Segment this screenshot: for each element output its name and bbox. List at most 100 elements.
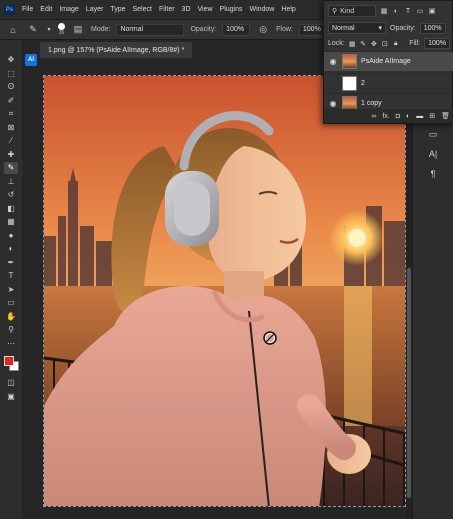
lock-transparent-icon[interactable]: ▦ xyxy=(349,40,356,48)
dodge-icon[interactable]: ◐ xyxy=(4,243,18,255)
type-filter-icon[interactable]: T xyxy=(404,7,412,15)
chevron-down-icon: ▾ xyxy=(378,25,382,32)
link-icon[interactable]: ∞ xyxy=(371,113,376,120)
fx-icon[interactable]: fx. xyxy=(382,113,389,120)
pressure-opacity-icon[interactable]: ◎ xyxy=(256,23,270,37)
layer-thumbnail xyxy=(342,76,357,91)
adjustment-icon[interactable]: ◐ xyxy=(406,113,410,120)
filter-kind-label: Kind xyxy=(340,7,355,15)
menu-edit[interactable]: Edit xyxy=(40,6,52,13)
menu-view[interactable]: View xyxy=(198,6,213,13)
opacity-field[interactable]: 100% xyxy=(222,23,251,36)
eye-icon[interactable]: ◉ xyxy=(328,99,338,108)
document-tab[interactable]: 1.png @ 157% (PsAide AIImage, RGB/8#) * xyxy=(40,42,193,58)
screen-mode-icon[interactable]: ▣ xyxy=(4,391,18,403)
menu-plugins[interactable]: Plugins xyxy=(220,6,243,13)
menu-window[interactable]: Window xyxy=(250,6,275,13)
eye-icon[interactable]: ◉ xyxy=(328,57,338,66)
lock-position-icon[interactable]: ✥ xyxy=(371,40,378,48)
path-select-icon[interactable]: ➤ xyxy=(4,284,18,296)
opacity-label: Opacity: xyxy=(190,26,217,33)
new-layer-icon[interactable]: ⊞ xyxy=(429,112,435,120)
mode-dropdown[interactable]: Normal xyxy=(116,23,185,36)
flow-field[interactable]: 100% xyxy=(298,23,325,36)
pixel-filter-icon[interactable]: ▦ xyxy=(380,7,388,15)
home-icon[interactable]: ⌂ xyxy=(6,23,20,37)
blur-icon[interactable]: ● xyxy=(4,230,18,242)
menu-type[interactable]: Type xyxy=(110,6,125,13)
layer-opacity-label: Opacity: xyxy=(390,24,416,32)
comment-icon[interactable]: ▭ xyxy=(426,128,440,140)
adjustment-filter-icon[interactable]: ◐ xyxy=(392,7,400,15)
menu-layer[interactable]: Layer xyxy=(86,6,104,13)
stamp-icon[interactable]: ⊥ xyxy=(4,176,18,188)
more-icon[interactable]: ⋯ xyxy=(4,338,18,350)
layers-panel-footer: ∞ fx. ◘ ◐ ▬ ⊞ 🗑︎ xyxy=(324,109,453,123)
rectangle-icon[interactable]: ▭ xyxy=(4,297,18,309)
layers-panel: ⚲ Kind ▦ ◐ T ▭ ▣ Normal ▾ Opacity: 100% … xyxy=(323,0,453,124)
layer-opacity-field[interactable]: 100% xyxy=(419,22,446,34)
frame-icon[interactable]: ⊠ xyxy=(4,122,18,134)
smart-filter-icon[interactable]: ▣ xyxy=(428,7,436,15)
menu-image[interactable]: Image xyxy=(59,6,78,13)
folder-icon[interactable]: ▬ xyxy=(416,113,423,120)
lock-all-icon[interactable]: 🔒︎ xyxy=(392,40,399,48)
menu-3d[interactable]: 3D xyxy=(182,6,191,13)
pen-icon[interactable]: ✒ xyxy=(4,257,18,269)
chevron-down-icon[interactable]: ▾ xyxy=(46,23,52,37)
quick-select-icon[interactable]: ✐ xyxy=(4,95,18,107)
layer-thumbnail xyxy=(342,54,357,69)
brush-icon[interactable]: ✎ xyxy=(4,162,18,174)
gradient-icon[interactable]: ▦ xyxy=(4,216,18,228)
lasso-icon[interactable]: ʘ xyxy=(4,81,18,93)
mask-icon[interactable]: ◘ xyxy=(396,113,400,120)
color-swatches[interactable] xyxy=(3,355,19,371)
lock-pixels-icon[interactable]: ✎ xyxy=(360,40,367,48)
menu-file[interactable]: File xyxy=(22,6,33,13)
zoom-icon[interactable]: ⚲ xyxy=(4,324,18,336)
menu-select[interactable]: Select xyxy=(133,6,152,13)
flow-label: Flow: xyxy=(276,26,293,33)
marquee-icon[interactable]: ⬚ xyxy=(4,68,18,80)
foreground-color-swatch[interactable] xyxy=(4,356,14,366)
brush-preset-picker[interactable]: 36 xyxy=(58,23,65,36)
layer-row[interactable]: ◉ PsAide AIImage xyxy=(324,51,453,71)
lock-label: Lock: xyxy=(328,40,345,47)
layer-filter-dropdown[interactable]: ⚲ Kind xyxy=(328,5,376,17)
healing-icon[interactable]: ✚ xyxy=(4,149,18,161)
fill-field[interactable]: 100% xyxy=(424,38,450,49)
paragraph-icon[interactable]: ¶ xyxy=(426,168,440,180)
type-icon[interactable]: T xyxy=(4,270,18,282)
vertical-scrollbar[interactable] xyxy=(406,58,412,519)
layer-name: PsAide AIImage xyxy=(361,58,411,65)
lock-artboard-icon[interactable]: ⊡ xyxy=(381,40,388,48)
ai-plugin-badge[interactable]: AI xyxy=(25,54,37,66)
menu-help[interactable]: Help xyxy=(281,6,295,13)
crop-icon[interactable]: ⌗ xyxy=(4,108,18,120)
hand-icon[interactable]: ✋ xyxy=(4,311,18,323)
trash-icon[interactable]: 🗑︎ xyxy=(441,112,450,120)
layers-filter-row: ⚲ Kind ▦ ◐ T ▭ ▣ xyxy=(324,5,453,17)
layer-row[interactable]: 2 xyxy=(324,73,453,93)
move-icon[interactable]: ✥ xyxy=(4,54,18,66)
history-brush-icon[interactable]: ↺ xyxy=(4,189,18,201)
eraser-icon[interactable]: ◧ xyxy=(4,203,18,215)
blend-mode-dropdown[interactable]: Normal ▾ xyxy=(328,22,386,34)
character-icon[interactable]: A| xyxy=(426,148,440,160)
photo-illustration xyxy=(44,76,405,506)
blend-row: Normal ▾ Opacity: 100% xyxy=(324,22,453,34)
quick-mask-icon[interactable]: ◫ xyxy=(4,377,18,389)
search-icon: ⚲ xyxy=(332,8,338,15)
layer-name: 1 copy xyxy=(361,100,382,107)
shape-filter-icon[interactable]: ▭ xyxy=(416,7,424,15)
brush-size-value: 36 xyxy=(58,30,65,36)
eyedropper-icon[interactable]: ⁄ xyxy=(4,135,18,147)
brush-tool-icon[interactable]: ✎ xyxy=(26,23,40,37)
brush-settings-icon[interactable]: ▤ xyxy=(71,23,85,37)
canvas-area[interactable] xyxy=(40,58,410,519)
menu-filter[interactable]: Filter xyxy=(159,6,175,13)
image-canvas[interactable] xyxy=(43,75,406,507)
scrollbar-thumb[interactable] xyxy=(407,268,411,498)
plugin-bar: AI xyxy=(22,40,40,519)
brush-tip-icon xyxy=(58,23,65,30)
